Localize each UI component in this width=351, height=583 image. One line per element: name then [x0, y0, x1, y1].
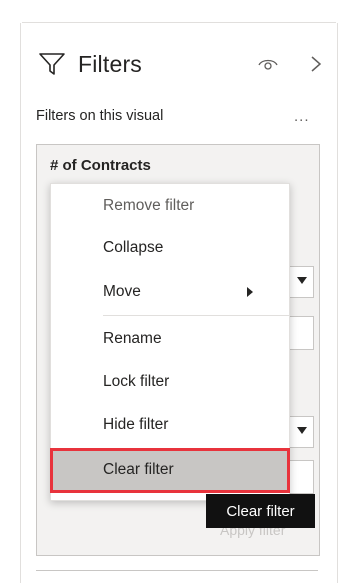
more-options-button[interactable]: ... [294, 108, 310, 125]
menu-item-collapse[interactable]: Collapse [51, 228, 289, 268]
chevron-right-icon[interactable] [309, 55, 323, 73]
section-title: Filters on this visual [36, 108, 164, 124]
pane-title: Filters [78, 50, 143, 77]
filter-card-title: # of Contracts [50, 157, 151, 174]
menu-item-label: Clear filter [103, 461, 174, 478]
menu-item-label: Remove filter [103, 197, 195, 214]
menu-item-rename[interactable]: Rename [51, 319, 289, 359]
eye-icon[interactable] [258, 56, 278, 72]
pane-header: Filters [38, 48, 142, 80]
menu-item-hide-filter[interactable]: Hide filter [51, 405, 289, 445]
menu-item-label: Move [103, 283, 141, 300]
menu-item-clear-filter[interactable]: Clear filter [51, 450, 289, 492]
submenu-arrow-icon [247, 287, 253, 297]
menu-divider [103, 315, 289, 316]
filter-icon [38, 52, 66, 76]
menu-item-remove-filter[interactable]: Remove filter [51, 186, 289, 226]
menu-item-move[interactable]: Move [51, 272, 289, 312]
context-menu: Remove filter Collapse Move Rename Lock … [50, 183, 290, 501]
dropdown-arrow-icon [297, 427, 307, 434]
pane-bottom-divider [36, 570, 318, 571]
tooltip: Clear filter [206, 494, 315, 528]
dropdown-arrow-icon [297, 277, 307, 284]
menu-item-label: Lock filter [103, 373, 170, 390]
menu-item-label: Rename [103, 330, 162, 347]
menu-item-lock-filter[interactable]: Lock filter [51, 362, 289, 402]
menu-item-label: Hide filter [103, 416, 169, 433]
menu-item-label: Collapse [103, 239, 164, 256]
